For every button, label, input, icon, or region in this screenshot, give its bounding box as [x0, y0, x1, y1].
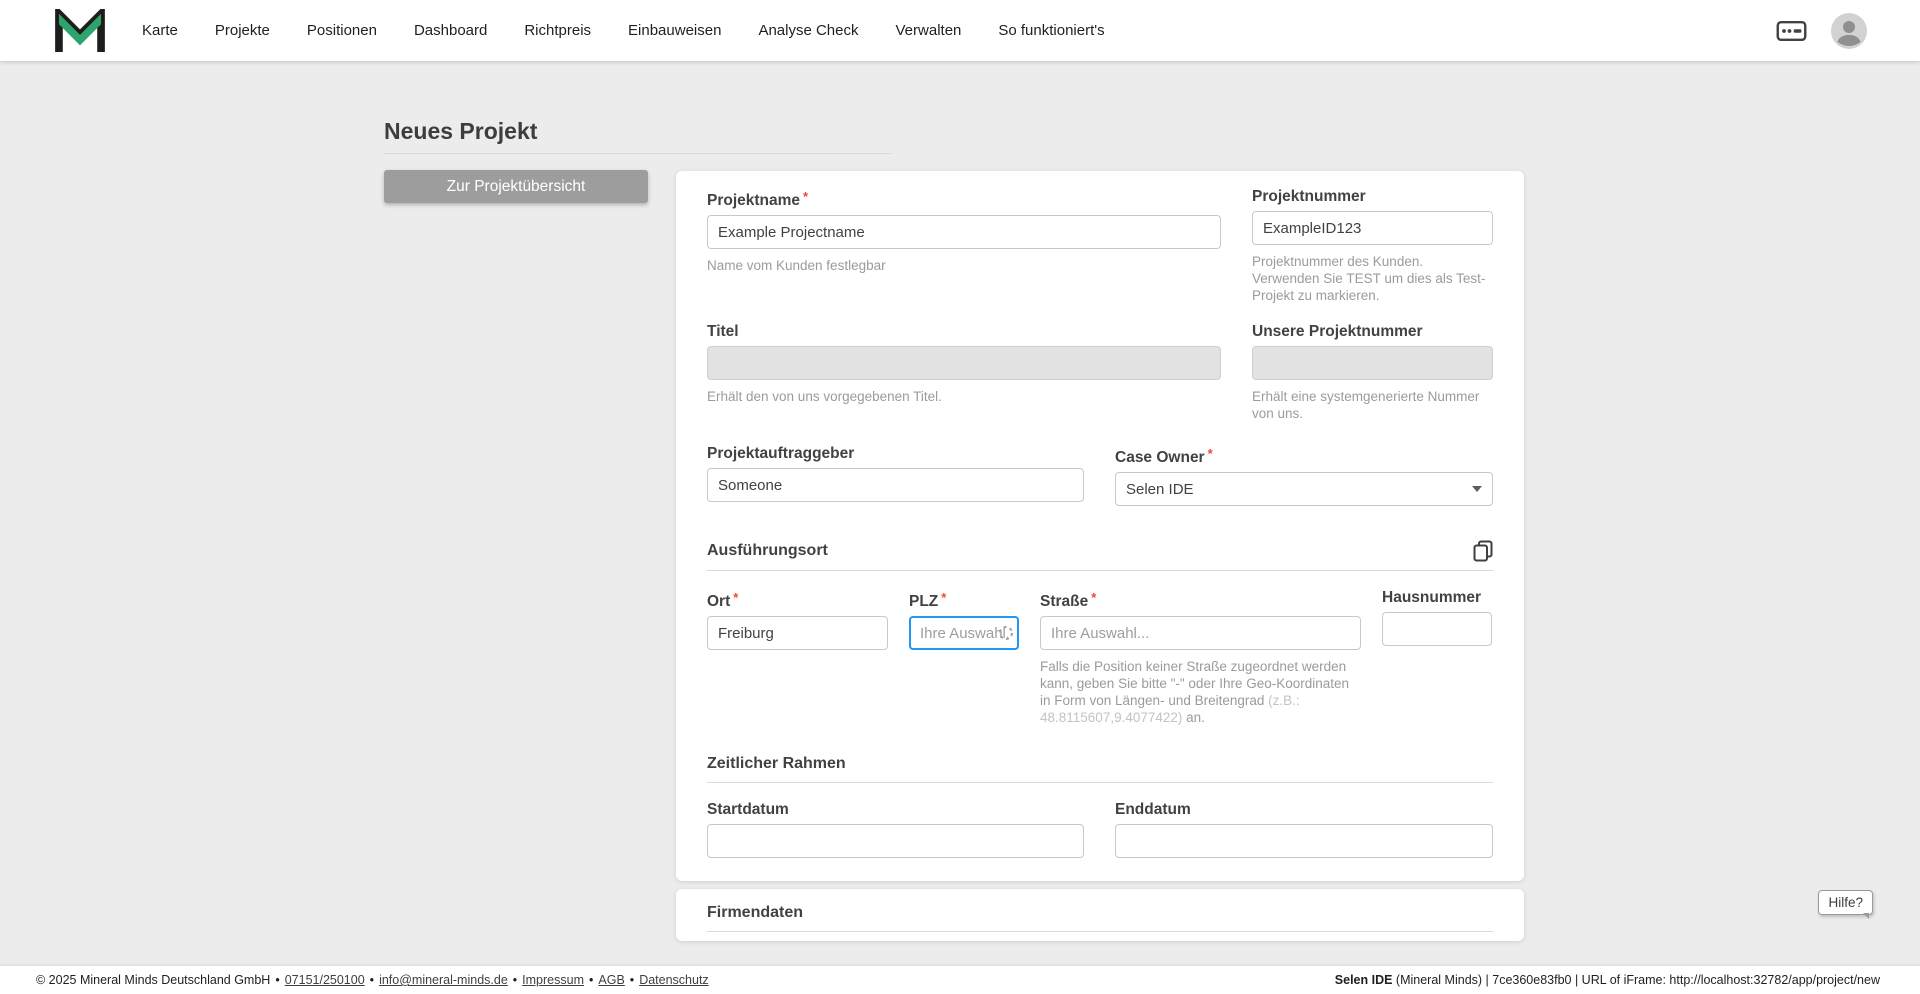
nav-item-analyse-check[interactable]: Analyse Check [758, 22, 858, 39]
titel-input [707, 346, 1221, 380]
required-marker: * [1207, 446, 1213, 461]
datenschutz-link[interactable]: Datenschutz [639, 973, 708, 987]
nav-item-so-funktionierts[interactable]: So funktioniert's [998, 22, 1104, 39]
main-nav: Karte Projekte Positionen Dashboard Rich… [142, 22, 1105, 39]
startdatum-label: Startdatum [707, 801, 789, 818]
titel-helper: Erhält den von uns vorgegebenen Titel. [707, 389, 942, 404]
session-user: Selen IDE [1334, 973, 1393, 987]
hausnummer-field: Hausnummer [1382, 588, 1492, 726]
required-marker: * [941, 590, 947, 605]
projektnummer-field: Projektnummer Projektnummer des Kunden. … [1252, 187, 1493, 304]
phone-link[interactable]: 07151/250100 [285, 973, 365, 987]
unsere-projektnummer-helper: Erhält eine systemgenerierte Nummer von … [1252, 389, 1480, 421]
copyright-text: © 2025 Mineral Minds Deutschland GmbH [36, 973, 271, 987]
projektnummer-label: Projektnummer [1252, 188, 1366, 205]
startdatum-input[interactable] [707, 824, 1084, 858]
new-project-form-card: Projektname* Name vom Kunden festlegbar … [676, 171, 1524, 881]
case-owner-label: Case Owner * [1115, 446, 1213, 466]
logo-icon [55, 8, 105, 52]
session-details: (Mineral Minds) | 7ce360e83fb0 | URL of … [1392, 973, 1880, 987]
email-link[interactable]: info@mineral-minds.de [379, 973, 508, 987]
required-marker: * [1091, 590, 1097, 605]
form-row-dates: Startdatum Enddatum [707, 800, 1493, 858]
separator-dot: • [629, 973, 635, 987]
back-to-project-overview-button[interactable]: Zur Projektübersicht [384, 170, 648, 203]
footer-left: © 2025 Mineral Minds Deutschland GmbH • … [36, 973, 709, 987]
section-firmendaten: Firmendaten [707, 903, 1493, 932]
ort-input[interactable] [707, 616, 888, 650]
user-avatar-icon[interactable] [1831, 12, 1867, 49]
page-title: Neues Projekt [384, 118, 538, 144]
server-icon[interactable] [1776, 20, 1807, 42]
nav-item-einbauweisen[interactable]: Einbauweisen [628, 22, 721, 39]
case-owner-field: Case Owner * Selen IDE [1115, 444, 1493, 506]
strasse-helper: Falls die Position keiner Straße zugeord… [1040, 659, 1350, 725]
enddatum-input[interactable] [1115, 824, 1493, 858]
projektauftraggeber-field: Projektauftraggeber [707, 444, 1084, 506]
plz-label: PLZ * [909, 590, 947, 610]
copy-icon[interactable] [1473, 540, 1493, 562]
firmendaten-card: Firmendaten [676, 889, 1524, 941]
strasse-label: Straße * [1040, 590, 1097, 610]
separator-dot: • [512, 973, 518, 987]
plz-input[interactable] [909, 616, 1019, 650]
strasse-field: Straße* Falls die Position keiner Straße… [1040, 588, 1361, 726]
nav-item-positionen[interactable]: Positionen [307, 22, 377, 39]
ort-field: Ort * [707, 588, 888, 726]
separator-dot: • [275, 973, 280, 987]
startdatum-field: Startdatum [707, 800, 1084, 858]
firmendaten-heading: Firmendaten [707, 904, 804, 921]
case-owner-selected-value: Selen IDE [1126, 480, 1194, 498]
footer-bar: © 2025 Mineral Minds Deutschland GmbH • … [0, 966, 1920, 994]
form-row-address: Ort* PLZ* Straße* Falls die Position kei… [707, 588, 1493, 726]
nav-item-verwalten[interactable]: Verwalten [896, 22, 962, 39]
mineral-minds-logo[interactable] [54, 8, 106, 53]
form-row-auftraggeber-owner: Projektauftraggeber Case Owner* Selen ID… [707, 444, 1493, 506]
projektnummer-helper: Projektnummer des Kunden. Verwenden Sie … [1252, 254, 1486, 303]
separator-dot: • [369, 973, 375, 987]
separator-dot: • [589, 973, 594, 987]
ausfuehrungsort-heading: Ausführungsort [707, 542, 828, 559]
enddatum-label: Enddatum [1115, 801, 1191, 818]
nav-item-karte[interactable]: Karte [142, 22, 178, 39]
unsere-projektnummer-label: Unsere Projektnummer [1252, 323, 1423, 340]
hausnummer-input[interactable] [1382, 612, 1492, 646]
titel-field: Titel Erhält den von uns vorgegebenen Ti… [707, 322, 1221, 422]
zeitlicher-rahmen-heading: Zeitlicher Rahmen [707, 755, 846, 772]
section-ausfuehrungsort: Ausführungsort [707, 540, 1493, 571]
hausnummer-label: Hausnummer [1382, 589, 1482, 606]
impressum-link[interactable]: Impressum [522, 973, 584, 987]
projektnummer-input[interactable] [1252, 211, 1493, 245]
required-marker: * [803, 189, 809, 204]
projektname-label: Projektname * [707, 189, 809, 209]
chevron-down-icon [1472, 486, 1482, 492]
projektname-input[interactable] [707, 215, 1221, 249]
nav-item-dashboard[interactable]: Dashboard [414, 22, 487, 39]
header-actions [1776, 12, 1867, 49]
projektauftraggeber-input[interactable] [707, 468, 1084, 502]
case-owner-select[interactable]: Selen IDE [1115, 472, 1493, 506]
help-button[interactable]: Hilfe? [1818, 890, 1873, 919]
nav-item-projekte[interactable]: Projekte [215, 22, 270, 39]
projektname-helper: Name vom Kunden festlegbar [707, 258, 886, 273]
required-marker: * [733, 590, 739, 605]
top-nav-bar: Karte Projekte Positionen Dashboard Rich… [0, 0, 1920, 61]
titel-label: Titel [707, 323, 739, 340]
section-zeitlicher-rahmen: Zeitlicher Rahmen [707, 754, 1493, 783]
unsere-projektnummer-input [1252, 346, 1493, 380]
projektname-field: Projektname* Name vom Kunden festlegbar [707, 187, 1221, 304]
session-info: Selen IDE (Mineral Minds) | 7ce360e83fb0… [1335, 973, 1880, 987]
agb-link[interactable]: AGB [598, 973, 624, 987]
unsere-projektnummer-field: Unsere Projektnummer Erhält eine systemg… [1252, 322, 1493, 422]
form-row-name-number: Projektname* Name vom Kunden festlegbar … [707, 187, 1493, 304]
strasse-input[interactable] [1040, 616, 1361, 650]
ort-label: Ort * [707, 590, 739, 610]
projektauftraggeber-label: Projektauftraggeber [707, 445, 855, 462]
enddatum-field: Enddatum [1115, 800, 1493, 858]
form-row-titel-unsere: Titel Erhält den von uns vorgegebenen Ti… [707, 322, 1493, 422]
plz-field: PLZ * [909, 588, 1019, 726]
nav-item-richtpreis[interactable]: Richtpreis [524, 22, 591, 39]
title-divider [384, 153, 892, 154]
